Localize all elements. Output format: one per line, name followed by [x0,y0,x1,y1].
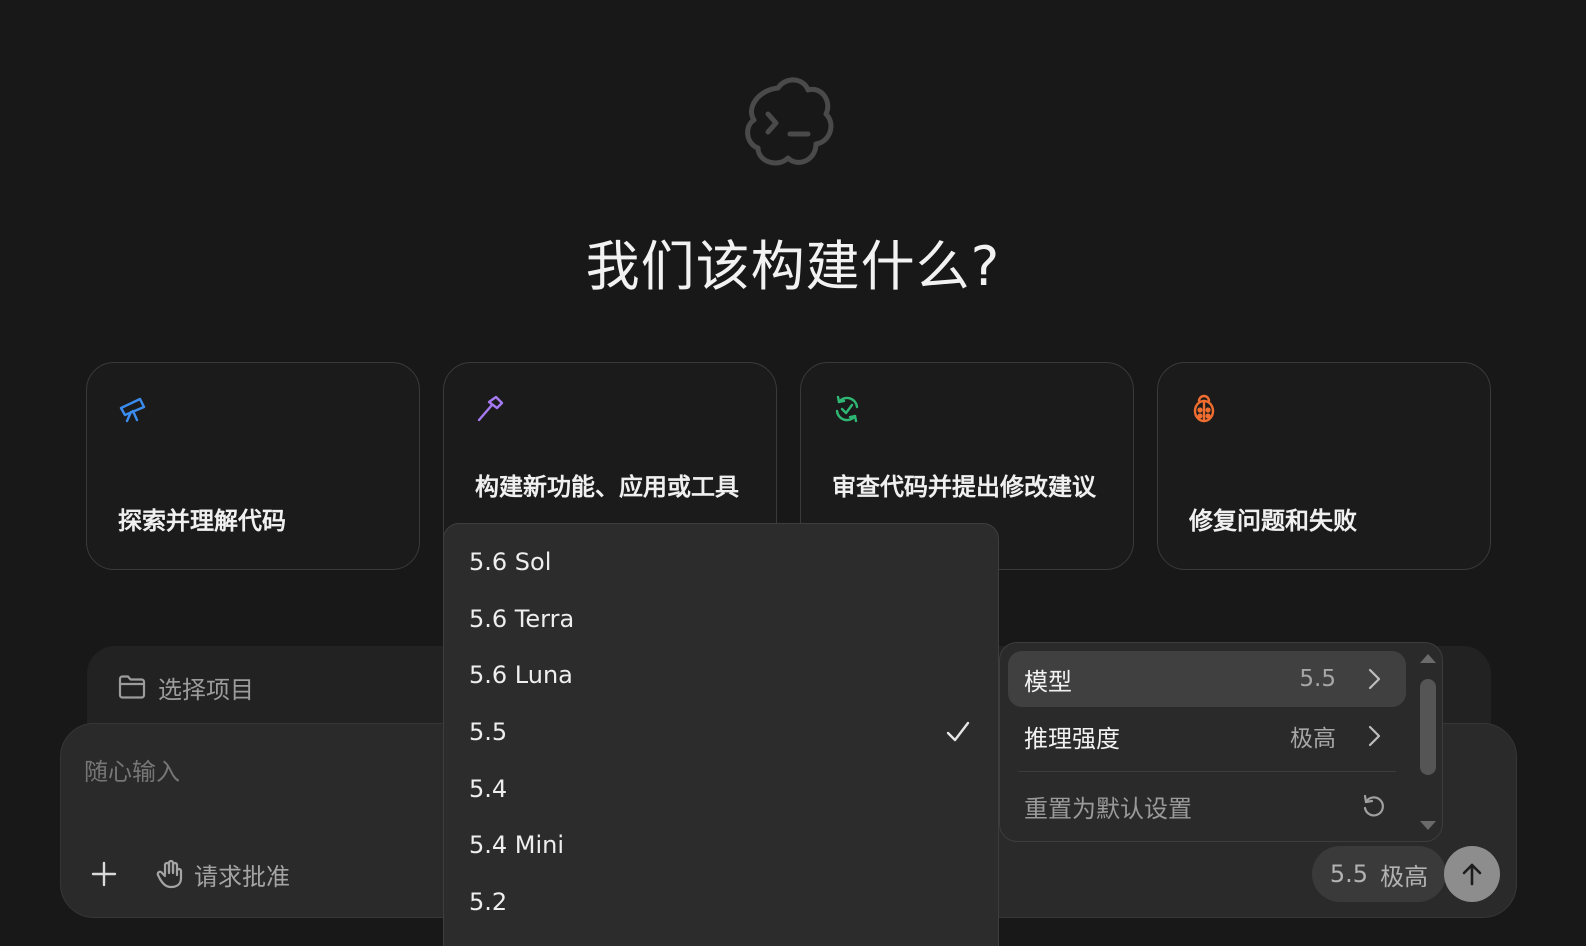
prompt-input[interactable] [84,752,444,792]
menu-divider [1018,771,1396,772]
suggestion-card-explore[interactable]: 探索并理解代码 [86,362,420,570]
app-window: 我们该构建什么? 探索并理解代码 构建新功能、应用或工具 审查代码并提出修改建议 [0,0,1586,946]
model-option-5-4-mini[interactable]: 5.4 Mini [444,821,998,869]
folder-icon [118,675,146,699]
model-option-label: 5.6 Luna [469,661,573,689]
settings-popover: 模型 5.5 推理强度 极高 重置为默认设置 [999,642,1443,842]
model-effort-chip[interactable]: 5.5 极高 [1312,846,1446,902]
model-option-label: 5.4 Mini [469,831,565,859]
effort-setting-row[interactable]: 推理强度 极高 [1008,708,1406,764]
review-refresh-icon [835,395,859,423]
model-option-5-5[interactable]: 5.5 [444,708,998,756]
telescope-icon [119,397,146,423]
model-option-label: 5.6 Terra [469,605,575,633]
model-setting-row[interactable]: 模型 5.5 [1008,651,1406,707]
request-approval-label: 请求批准 [194,862,290,891]
bug-icon [1193,394,1215,423]
model-option-label: 5.6 Sol [469,548,552,576]
model-dropdown-menu: 5.6 Sol 5.6 Terra 5.6 Luna 5.5 5.4 5.4 M… [443,523,999,946]
suggestion-label: 构建新功能、应用或工具 [475,473,739,501]
model-option-label: 5.5 [469,718,508,746]
plus-icon[interactable] [86,856,122,892]
scrollbar-thumb[interactable] [1420,679,1436,775]
model-option-5-6-sol[interactable]: 5.6 Sol [444,538,998,586]
chip-model-value: 5.5 [1329,860,1369,888]
suggestion-label: 探索并理解代码 [118,507,286,535]
chevron-right-icon [1368,668,1381,690]
hammer-icon [477,395,504,422]
model-option-5-6-luna[interactable]: 5.6 Luna [444,651,998,699]
checkmark-icon [946,721,970,742]
effort-setting-value: 极高 [1290,726,1336,752]
model-option-label: 5.2 [469,888,508,916]
model-setting-value: 5.5 [1299,666,1336,692]
suggestion-label: 审查代码并提出修改建议 [832,473,1096,501]
model-setting-label: 模型 [1024,667,1072,696]
model-option-5-6-terra[interactable]: 5.6 Terra [444,595,998,643]
suggestion-card-fix[interactable]: 修复问题和失败 [1157,362,1491,570]
page-title: 我们该构建什么? [585,235,1001,298]
send-button[interactable] [1444,846,1500,902]
model-option-label: 5.4 [469,775,508,803]
reset-icon [1363,794,1384,817]
scroll-up-arrow-icon[interactable] [1418,651,1438,665]
arrow-up-icon [1462,863,1482,886]
reset-defaults-row[interactable]: 重置为默认设置 [1008,778,1406,834]
chip-effort-value: 极高 [1380,862,1429,891]
select-project-button[interactable]: 选择项目 [118,668,254,706]
reset-defaults-label: 重置为默认设置 [1024,794,1192,823]
select-project-label: 选择项目 [158,675,254,704]
chevron-right-icon [1368,725,1381,747]
model-option-5-2[interactable]: 5.2 [444,878,998,926]
request-approval-button[interactable]: 请求批准 [156,854,290,894]
suggestion-label: 修复问题和失败 [1189,507,1357,535]
effort-setting-label: 推理强度 [1024,724,1120,753]
scroll-down-arrow-icon[interactable] [1418,819,1438,833]
terminal-cloud-icon [745,77,834,166]
model-option-5-4[interactable]: 5.4 [444,765,998,813]
hand-icon [156,859,183,889]
